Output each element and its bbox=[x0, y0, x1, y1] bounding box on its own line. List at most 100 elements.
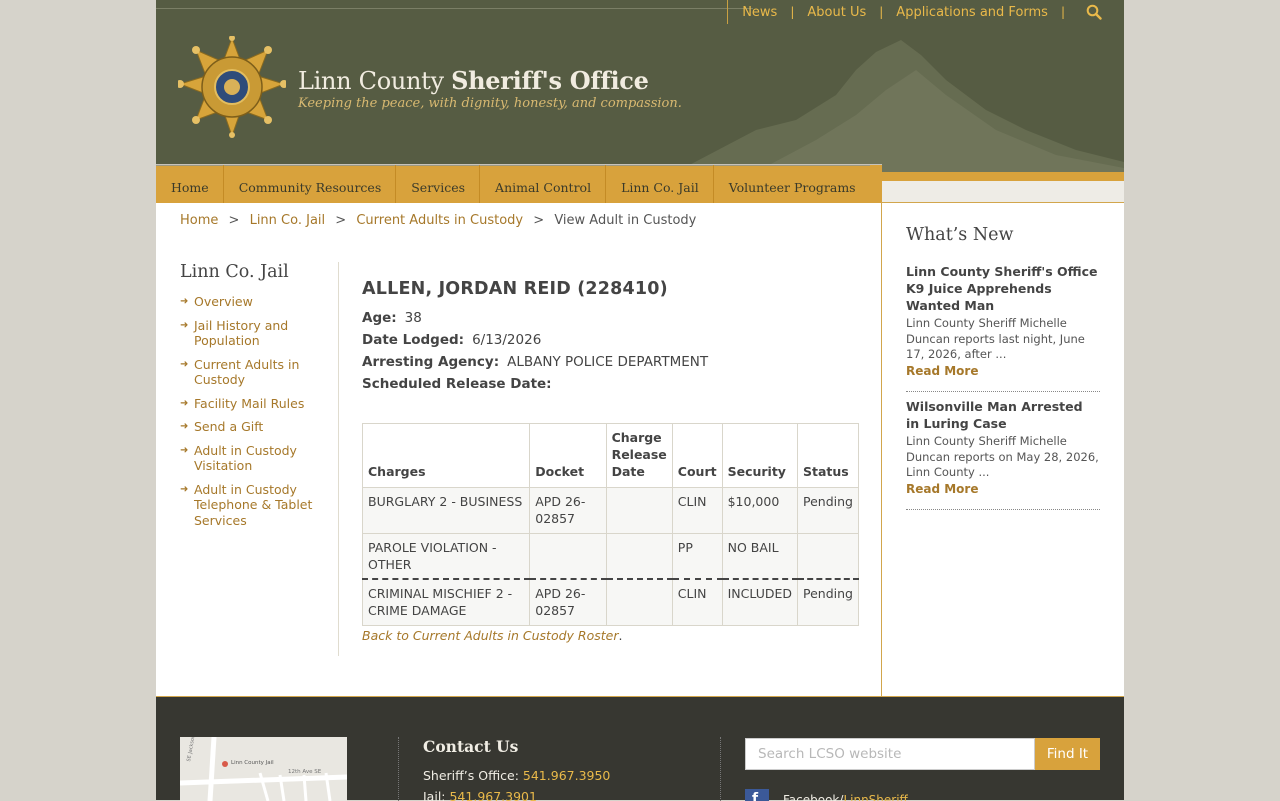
table-row: CRIMINAL MISCHIEF 2 - CRIME DAMAGE APD 2… bbox=[361, 578, 859, 626]
sheriff-office-label: Sheriff’s Office: bbox=[423, 768, 523, 783]
arrow-right-icon: ➜ bbox=[180, 483, 189, 495]
date-lodged-value: 6/13/2026 bbox=[472, 332, 542, 348]
search-icon[interactable] bbox=[1086, 4, 1102, 20]
cell-docket bbox=[529, 533, 607, 580]
news-title[interactable]: Wilsonville Man Arrested in Luring Case bbox=[906, 398, 1100, 432]
jail-phone[interactable]: 541.967.3901 bbox=[449, 789, 536, 801]
subnav-item-label[interactable]: Current Adults in Custody bbox=[194, 357, 316, 388]
read-more-link[interactable]: Read More bbox=[906, 482, 1100, 496]
cell-status bbox=[797, 533, 859, 580]
breadcrumb-separator: > bbox=[533, 213, 545, 228]
find-it-button[interactable]: Find It bbox=[1035, 738, 1100, 770]
page: News | About Us | Applications and Forms… bbox=[156, 0, 1124, 801]
jail-location-map[interactable]: Linn County Jail SE Jackson St 12th Ave … bbox=[180, 737, 347, 801]
cell-court: CLIN bbox=[671, 578, 723, 626]
release-date-row: Scheduled Release Date: bbox=[362, 376, 862, 392]
subnav-item-label[interactable]: Jail History and Population bbox=[194, 318, 316, 349]
jail-contact: Jail: 541.967.3901 bbox=[423, 788, 537, 801]
breadcrumb-current: View Adult in Custody bbox=[554, 213, 697, 228]
main-nav: Home Community Resources Services Animal… bbox=[156, 164, 882, 203]
subnav-item-mail-rules[interactable]: ➜ Facility Mail Rules bbox=[180, 396, 316, 412]
topnav-applications-forms[interactable]: Applications and Forms bbox=[896, 5, 1048, 20]
news-item: Wilsonville Man Arrested in Luring Case … bbox=[906, 398, 1100, 510]
subnav-item-visitation[interactable]: ➜ Adult in Custody Visitation bbox=[180, 443, 316, 474]
content-divider bbox=[338, 262, 339, 656]
sheriff-badge-logo[interactable] bbox=[176, 35, 288, 138]
footer-divider bbox=[398, 737, 399, 801]
col-header-docket: Docket bbox=[529, 423, 607, 488]
nav-accent-strip bbox=[882, 172, 1124, 181]
release-date-label: Scheduled Release Date: bbox=[362, 376, 552, 392]
news-title[interactable]: Linn County Sheriff's Office K9 Juice Ap… bbox=[906, 263, 1100, 314]
news-divider bbox=[906, 508, 1100, 510]
top-nav: News | About Us | Applications and Forms… bbox=[727, 0, 1102, 24]
site-search-input[interactable] bbox=[745, 738, 1035, 770]
date-lodged-label: Date Lodged: bbox=[362, 332, 465, 348]
mainnav-volunteer-programs[interactable]: Volunteer Programs bbox=[713, 165, 870, 203]
topnav-about-us[interactable]: About Us bbox=[807, 5, 866, 20]
age-label: Age: bbox=[362, 310, 397, 326]
site-tagline: Keeping the peace, with dignity, honesty… bbox=[298, 96, 682, 111]
arrow-right-icon: ➜ bbox=[180, 444, 189, 456]
back-to-roster-link[interactable]: Back to Current Adults in Custody Roster bbox=[362, 628, 619, 643]
cell-status: Pending bbox=[797, 487, 859, 534]
whats-new-sidebar: What’s New Linn County Sheriff's Office … bbox=[881, 202, 1124, 696]
sheriff-office-phone[interactable]: 541.967.3950 bbox=[523, 768, 610, 783]
read-more-link[interactable]: Read More bbox=[906, 364, 1100, 378]
subnav-item-label[interactable]: Facility Mail Rules bbox=[194, 396, 304, 412]
col-header-court: Court bbox=[671, 423, 723, 488]
date-lodged-row: Date Lodged: 6/13/2026 bbox=[362, 332, 862, 348]
cell-charge-release-date bbox=[605, 487, 673, 534]
facebook-icon[interactable]: f bbox=[745, 789, 769, 801]
subnav-item-jail-history[interactable]: ➜ Jail History and Population bbox=[180, 318, 316, 349]
breadcrumb-separator: > bbox=[228, 213, 240, 228]
news-item: Linn County Sheriff's Office K9 Juice Ap… bbox=[906, 263, 1100, 392]
subnav-item-label[interactable]: Send a Gift bbox=[194, 419, 263, 435]
subnav-item-overview[interactable]: ➜ Overview bbox=[180, 294, 316, 310]
mainnav-services[interactable]: Services bbox=[396, 165, 481, 203]
subnav-item-current-adults[interactable]: ➜ Current Adults in Custody bbox=[180, 357, 316, 388]
site-title[interactable]: Linn County Sheriff's Office bbox=[298, 66, 649, 95]
col-header-charge-release-date: Charge Release Date bbox=[605, 423, 673, 488]
breadcrumb-separator: > bbox=[335, 213, 347, 228]
breadcrumb-current-adults[interactable]: Current Adults in Custody bbox=[356, 213, 523, 228]
charges-header-row: Charges Docket Charge Release Date Court… bbox=[361, 423, 859, 488]
arrow-right-icon: ➜ bbox=[180, 421, 189, 432]
subnav-item-telephone-tablet[interactable]: ➜ Adult in Custody Telephone & Tablet Ser… bbox=[180, 482, 316, 529]
arresting-agency-row: Arresting Agency: ALBANY POLICE DEPARTMEN… bbox=[362, 354, 862, 370]
subnav-title: Linn Co. Jail bbox=[180, 262, 289, 282]
cell-charge-release-date bbox=[605, 533, 673, 580]
mainnav-linn-co-jail[interactable]: Linn Co. Jail bbox=[606, 165, 714, 203]
topnav-news[interactable]: News bbox=[742, 5, 777, 20]
arresting-agency-value: ALBANY POLICE DEPARTMENT bbox=[507, 354, 709, 370]
cell-charge-release-date bbox=[605, 578, 673, 626]
inmate-age-row: Age: 38 bbox=[362, 310, 862, 326]
cell-docket: APD 26-02857 bbox=[529, 578, 607, 626]
cell-court: CLIN bbox=[671, 487, 723, 534]
mainnav-community-resources[interactable]: Community Resources bbox=[223, 165, 397, 203]
header-topline bbox=[156, 8, 753, 9]
age-value: 38 bbox=[404, 310, 422, 326]
arrow-right-icon: ➜ bbox=[180, 296, 189, 307]
subnav-item-send-gift[interactable]: ➜ Send a Gift bbox=[180, 419, 316, 435]
news-summary: Linn County Sheriff Michelle Duncan repo… bbox=[906, 316, 1085, 361]
subnav-item-label[interactable]: Adult in Custody Telephone & Tablet Serv… bbox=[194, 482, 316, 529]
inmate-name: ALLEN, JORDAN REID (228410) bbox=[362, 279, 668, 299]
subnav-item-label[interactable]: Adult in Custody Visitation bbox=[194, 443, 316, 474]
subnav-item-label[interactable]: Overview bbox=[194, 294, 253, 310]
mainnav-animal-control[interactable]: Animal Control bbox=[480, 165, 607, 203]
cell-status: Pending bbox=[797, 578, 859, 626]
arrow-right-icon: ➜ bbox=[180, 319, 189, 331]
cell-charge: BURGLARY 2 - BUSINESS bbox=[361, 487, 531, 534]
breadcrumb-home[interactable]: Home bbox=[180, 213, 218, 228]
site-title-bold: Sheriff's Office bbox=[451, 66, 649, 95]
breadcrumb-linn-co-jail[interactable]: Linn Co. Jail bbox=[250, 213, 326, 228]
news-summary: Linn County Sheriff Michelle Duncan repo… bbox=[906, 434, 1099, 479]
mainnav-home[interactable]: Home bbox=[156, 165, 224, 203]
jail-label: Jail: bbox=[423, 789, 450, 801]
site-footer: Linn County Jail SE Jackson St 12th Ave … bbox=[156, 696, 1124, 801]
news-divider bbox=[906, 390, 1100, 392]
site-title-light: Linn County bbox=[298, 67, 452, 95]
cell-docket: APD 26-02857 bbox=[529, 487, 607, 534]
map-label: Linn County Jail bbox=[231, 760, 274, 766]
